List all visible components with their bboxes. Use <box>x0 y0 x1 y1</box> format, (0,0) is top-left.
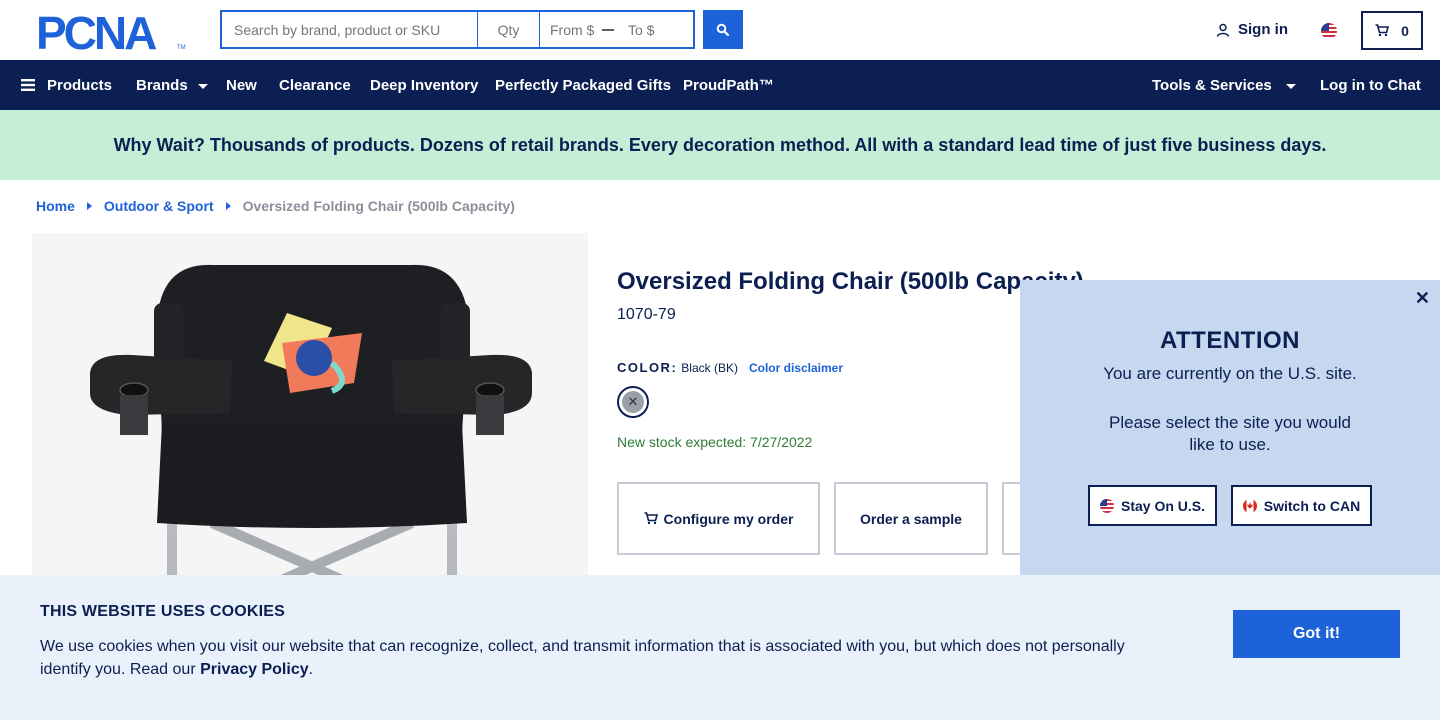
stock-status: New stock expected: 7/27/2022 <box>617 434 813 450</box>
breadcrumb-category[interactable]: Outdoor & Sport <box>104 198 214 214</box>
nav-brands[interactable]: Brands <box>136 60 208 110</box>
stay-us-label: Stay On U.S. <box>1120 497 1206 514</box>
sign-in-link[interactable]: Sign in <box>1216 21 1288 38</box>
caret-right-icon <box>225 202 231 210</box>
attention-title: ATTENTION <box>1159 327 1301 354</box>
attention-current-site: You are currently on the U.S. site. <box>1103 364 1357 383</box>
nav-chat-label: Log in to Chat <box>1320 76 1421 94</box>
color-swatch[interactable]: ✕ <box>617 386 649 418</box>
nav-clearance[interactable]: Clearance <box>279 60 351 110</box>
breadcrumb: Home Outdoor & Sport Oversized Folding C… <box>36 198 515 214</box>
cart-icon <box>1375 24 1390 37</box>
nav-products[interactable]: Products <box>21 60 112 110</box>
nav-clearance-label: Clearance <box>279 76 351 94</box>
chevron-down-icon <box>1285 84 1296 89</box>
nav-new-label: New <box>226 76 257 94</box>
switch-can-button[interactable]: Switch to CAN <box>1231 485 1372 526</box>
product-image[interactable] <box>32 233 588 593</box>
attention-prompt-line1: Please select the site you would <box>1109 413 1351 432</box>
price-to-input[interactable] <box>628 21 678 38</box>
nav-gifts[interactable]: Perfectly Packaged Gifts <box>495 60 671 110</box>
nav-gifts-label: Perfectly Packaged Gifts <box>495 76 671 94</box>
close-icon[interactable]: ✕ <box>1415 288 1430 309</box>
nav-tools-label: Tools & Services <box>1152 76 1272 94</box>
range-dash <box>602 28 614 31</box>
nav-brands-label: Brands <box>136 76 188 94</box>
search-input[interactable] <box>220 10 478 49</box>
nav-deep-inventory[interactable]: Deep Inventory <box>370 60 478 110</box>
cookie-text: We use cookies when you visit our websit… <box>40 635 1150 681</box>
breadcrumb-home[interactable]: Home <box>36 198 75 214</box>
pcna-logo[interactable]: PCNA TM <box>36 7 186 59</box>
breadcrumb-current: Oversized Folding Chair (500lb Capacity) <box>242 198 515 214</box>
order-sample-button[interactable]: Order a sample <box>834 482 988 555</box>
cart-button[interactable]: 0 <box>1361 11 1423 50</box>
price-from-input[interactable] <box>550 21 600 38</box>
nav-proudpath-label: ProudPath™ <box>683 76 774 94</box>
nav-products-label: Products <box>47 76 113 94</box>
price-range <box>540 10 695 49</box>
search-icon <box>716 23 730 36</box>
nav-chat[interactable]: Log in to Chat <box>1320 60 1421 110</box>
caret-right-icon <box>86 202 92 210</box>
order-sample-label: Order a sample <box>860 510 962 527</box>
qty-input[interactable] <box>478 10 540 49</box>
color-label: COLOR: <box>617 360 678 375</box>
promo-text: Why Wait? Thousands of products. Dozens … <box>113 134 1327 155</box>
color-value: Black (BK) <box>681 361 738 375</box>
us-flag-icon[interactable] <box>1321 23 1337 39</box>
user-icon <box>1216 23 1230 37</box>
privacy-policy-link[interactable]: Privacy Policy <box>200 661 309 678</box>
product-title: Oversized Folding Chair (500lb Capacity) <box>617 268 1084 295</box>
color-row: COLOR: Black (BK) Color disclaimer <box>617 360 843 375</box>
color-disclaimer-link[interactable]: Color disclaimer <box>749 361 843 375</box>
search-button[interactable] <box>703 10 743 49</box>
site-header: PCNA TM Sign in <box>0 0 1440 60</box>
hamburger-icon <box>21 79 35 91</box>
stay-us-button[interactable]: Stay On U.S. <box>1088 485 1217 526</box>
cookie-text-end: . <box>308 661 314 678</box>
chevron-down-icon <box>197 84 208 89</box>
nav-deep-inventory-label: Deep Inventory <box>370 76 479 94</box>
configure-order-label: Configure my order <box>663 510 794 527</box>
search-bar <box>220 10 743 49</box>
sign-in-label: Sign in <box>1238 21 1288 38</box>
canada-flag-icon <box>1242 498 1257 513</box>
product-sku: 1070-79 <box>617 306 676 323</box>
cookie-title: THIS WEBSITE USES COOKIES <box>40 603 286 620</box>
cart-icon <box>644 512 658 525</box>
nav-tools-services[interactable]: Tools & Services <box>1152 60 1296 110</box>
unavailable-x-icon: ✕ <box>622 391 644 413</box>
svg-text:PCNA: PCNA <box>36 11 156 51</box>
switch-can-label: Switch to CAN <box>1263 497 1361 514</box>
attention-prompt-line2: like to use. <box>1189 435 1271 454</box>
got-it-button[interactable]: Got it! <box>1233 610 1400 658</box>
cart-count: 0 <box>1401 22 1409 39</box>
promo-banner: Why Wait? Thousands of products. Dozens … <box>0 110 1440 180</box>
us-flag-icon <box>1099 498 1114 513</box>
cookie-banner: THIS WEBSITE USES COOKIES We use cookies… <box>0 575 1440 720</box>
nav-new[interactable]: New <box>226 60 257 110</box>
configure-order-button[interactable]: Configure my order <box>617 482 820 555</box>
svg-text:TM: TM <box>177 45 186 51</box>
main-nav: Products Brands New Clearance Deep Inven… <box>0 60 1440 110</box>
nav-proudpath[interactable]: ProudPath™ <box>683 60 774 110</box>
site-selector-popup: ✕ ATTENTION You are currently on the U.S… <box>1020 280 1440 580</box>
